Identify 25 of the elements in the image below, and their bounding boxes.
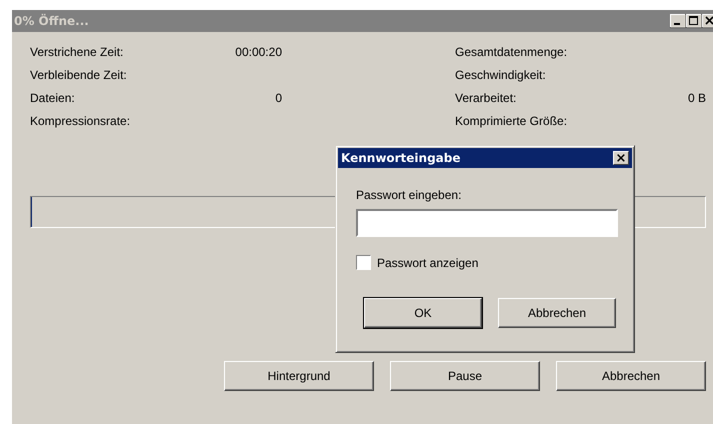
password-field[interactable] xyxy=(356,209,618,237)
minimize-icon[interactable] xyxy=(670,14,686,28)
stat-label: Komprimierte Größe: xyxy=(455,114,568,128)
cancel-button[interactable]: Abbrechen xyxy=(498,298,616,328)
stat-label: Verbleibende Zeit: xyxy=(30,68,128,82)
dialog-title: Kennworteingabe xyxy=(341,151,461,165)
stat-label: Verstrichene Zeit: xyxy=(30,45,124,59)
pause-button[interactable]: Pause xyxy=(390,361,540,391)
stat-label: Gesamtdatenmenge: xyxy=(455,45,568,59)
stat-label: Geschwindigkeit: xyxy=(455,68,547,82)
stat-label: Dateien: xyxy=(30,91,76,105)
ok-button[interactable]: OK xyxy=(364,298,482,328)
stat-value: 0 xyxy=(274,91,282,105)
stat-label: Verarbeitet: xyxy=(455,91,518,105)
close-button[interactable]: × xyxy=(613,151,629,165)
checkbox[interactable] xyxy=(356,255,371,270)
field-label: Passwort eingeben: xyxy=(356,188,462,202)
window-title: 0% Öffne... xyxy=(14,14,89,28)
stat-value: 00:00:20 xyxy=(235,45,282,59)
stat-label: Kompressionsrate: xyxy=(30,114,132,128)
maximize-icon[interactable] xyxy=(686,14,702,28)
background-button[interactable]: Hintergrund xyxy=(224,361,374,391)
stat-value: 0 B xyxy=(688,91,706,105)
cancel-button[interactable]: Abbrechen xyxy=(556,361,706,391)
checkbox-label[interactable]: Passwort anzeigen xyxy=(377,256,478,270)
